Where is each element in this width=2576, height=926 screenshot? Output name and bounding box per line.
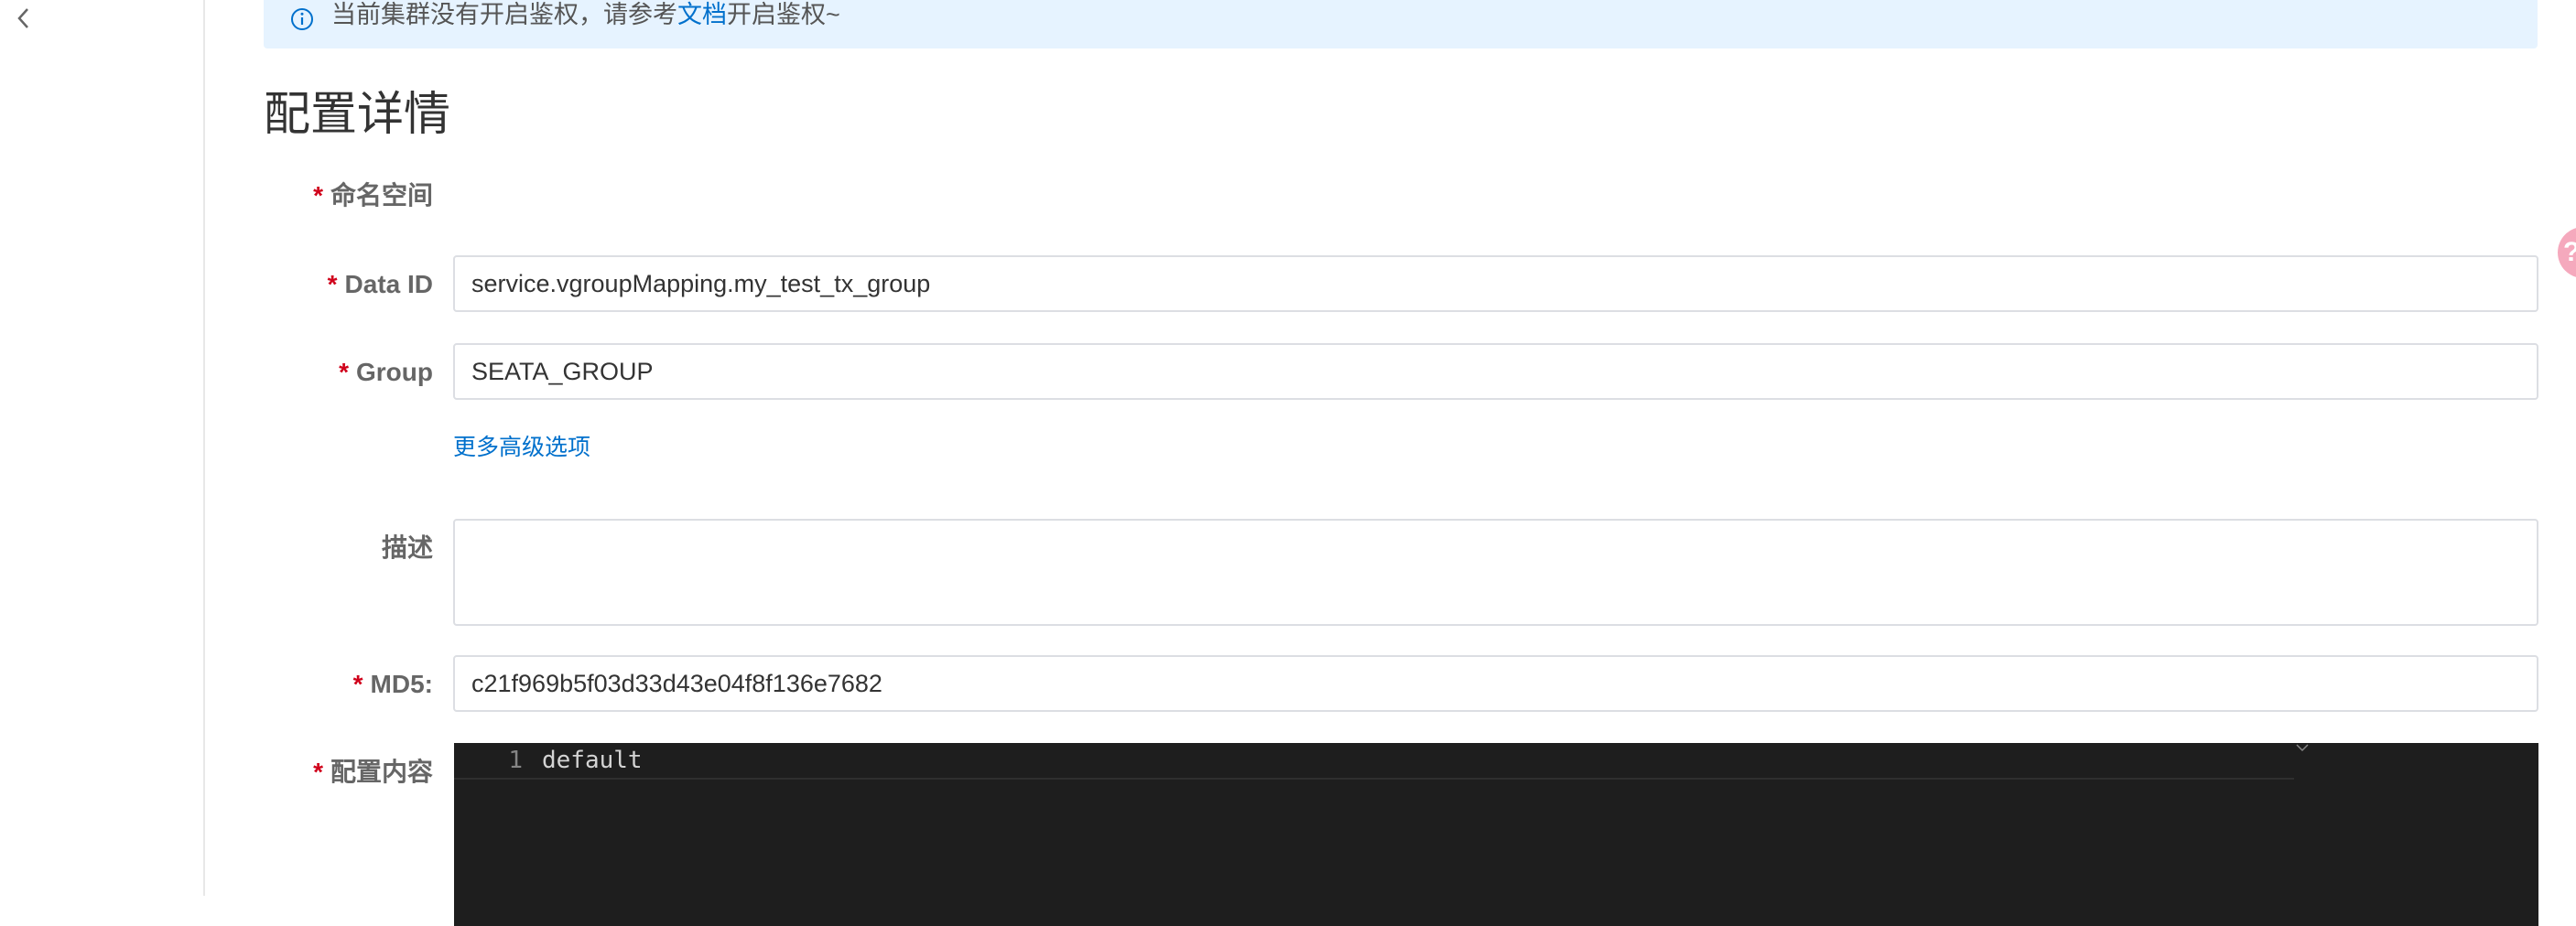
fold-icon[interactable]	[2296, 743, 2309, 752]
required-mark: *	[339, 358, 349, 386]
notice-text-before: 当前集群没有开启鉴权，请参考	[331, 1, 677, 28]
editor-line[interactable]: 1 default	[454, 743, 2294, 780]
floating-help-button[interactable]: ?	[2558, 227, 2576, 278]
data-id-input[interactable]	[453, 255, 2538, 312]
md5-input[interactable]	[453, 655, 2538, 712]
sidebar	[0, 0, 205, 896]
advanced-options-link[interactable]: 更多高级选项	[453, 432, 590, 463]
line-code[interactable]: default	[542, 743, 643, 778]
chevron-left-icon	[17, 8, 28, 28]
docs-link[interactable]: 文档	[677, 1, 727, 28]
notice-text-after: 开启鉴权~	[727, 1, 840, 28]
group-label: * Group	[339, 358, 433, 386]
config-content-editor[interactable]: 1 default	[454, 743, 2538, 926]
auth-notice-banner: 当前集群没有开启鉴权，请参考文档开启鉴权~	[264, 0, 2538, 48]
required-mark: *	[352, 670, 363, 698]
info-circle-icon	[291, 8, 313, 30]
description-label: 描述	[381, 533, 433, 562]
namespace-label: * 命名空间	[313, 181, 433, 210]
required-mark: *	[313, 181, 323, 210]
md5-label: * MD5:	[352, 670, 433, 698]
line-number: 1	[508, 747, 523, 774]
description-textarea[interactable]	[453, 519, 2538, 626]
required-mark: *	[327, 270, 338, 298]
group-input[interactable]	[453, 343, 2538, 400]
config-content-label: * 配置内容	[313, 758, 433, 786]
data-id-label: * Data ID	[327, 270, 433, 298]
required-mark: *	[313, 758, 323, 786]
page-title: 配置详情	[264, 88, 451, 140]
sidebar-collapse-button[interactable]	[13, 5, 35, 31]
notice-text: 当前集群没有开启鉴权，请参考文档开启鉴权~	[331, 0, 840, 31]
